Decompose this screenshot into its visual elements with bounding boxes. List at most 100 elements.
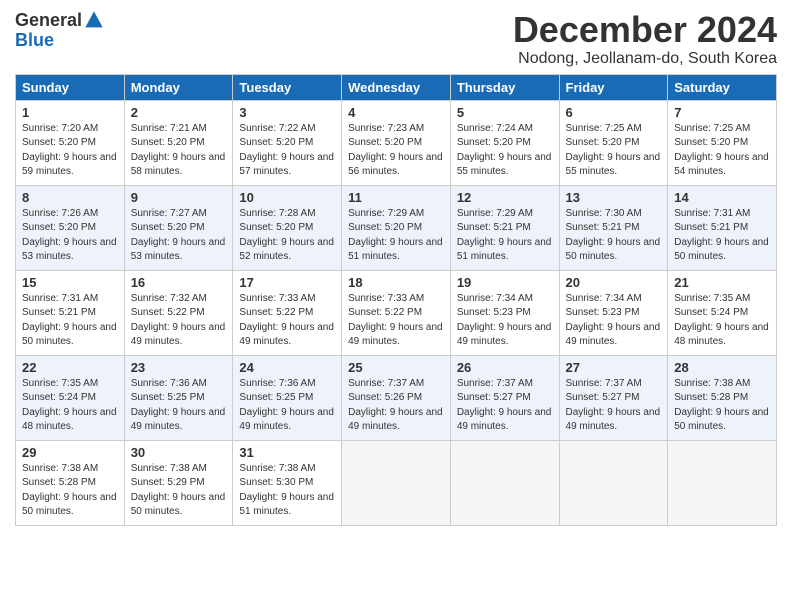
calendar-day-cell: 23 Sunrise: 7:36 AMSunset: 5:25 PMDayligh… bbox=[124, 355, 233, 440]
calendar-day-cell: 20Sunrise: 7:34 AMSunset: 5:23 PMDayligh… bbox=[559, 270, 668, 355]
day-info: Sunrise: 7:38 AMSunset: 5:28 PMDaylight:… bbox=[22, 462, 118, 520]
day-number: 19 bbox=[457, 275, 553, 290]
day-info: Sunrise: 7:36 AMSunset: 5:25 PMDaylight:… bbox=[239, 377, 335, 435]
day-info: Sunrise: 7:35 AMSunset: 5:24 PMDaylight:… bbox=[22, 377, 118, 435]
day-info: Sunrise: 7:26 AMSunset: 5:20 PMDaylight:… bbox=[22, 207, 118, 265]
day-number: 20 bbox=[566, 275, 662, 290]
calendar-day-cell bbox=[450, 440, 559, 525]
calendar-day-cell: 7 Sunrise: 7:25 AMSunset: 5:20 PMDaylight… bbox=[668, 100, 777, 185]
day-info: Sunrise: 7:33 AMSunset: 5:22 PMDaylight:… bbox=[239, 292, 335, 350]
calendar-day-cell: 13Sunrise: 7:30 AMSunset: 5:21 PMDayligh… bbox=[559, 185, 668, 270]
calendar-header-friday: Friday bbox=[559, 74, 668, 100]
logo-icon bbox=[84, 10, 104, 30]
day-number: 3 bbox=[239, 105, 335, 120]
day-number: 7 bbox=[674, 105, 770, 120]
day-number: 4 bbox=[348, 105, 444, 120]
day-info: Sunrise: 7:30 AMSunset: 5:21 PMDaylight:… bbox=[566, 207, 662, 265]
day-number: 12 bbox=[457, 190, 553, 205]
calendar-day-cell: 9 Sunrise: 7:27 AMSunset: 5:20 PMDaylight… bbox=[124, 185, 233, 270]
calendar-day-cell: 18 Sunrise: 7:33 AMSunset: 5:22 PMDayligh… bbox=[342, 270, 451, 355]
calendar-day-cell: 27 Sunrise: 7:37 AMSunset: 5:27 PMDayligh… bbox=[559, 355, 668, 440]
calendar-day-cell: 14 Sunrise: 7:31 AMSunset: 5:21 PMDayligh… bbox=[668, 185, 777, 270]
day-number: 18 bbox=[348, 275, 444, 290]
day-info: Sunrise: 7:37 AMSunset: 5:27 PMDaylight:… bbox=[457, 377, 553, 435]
day-info: Sunrise: 7:38 AMSunset: 5:30 PMDaylight:… bbox=[239, 462, 335, 520]
page-container: General Blue December 2024 Nodong, Jeoll… bbox=[15, 10, 777, 526]
calendar-day-cell: 6 Sunrise: 7:25 AMSunset: 5:20 PMDaylight… bbox=[559, 100, 668, 185]
calendar-week-row: 8 Sunrise: 7:26 AMSunset: 5:20 PMDaylight… bbox=[16, 185, 777, 270]
calendar-day-cell: 25Sunrise: 7:37 AMSunset: 5:26 PMDayligh… bbox=[342, 355, 451, 440]
calendar-header-wednesday: Wednesday bbox=[342, 74, 451, 100]
day-info: Sunrise: 7:24 AMSunset: 5:20 PMDaylight:… bbox=[457, 122, 553, 180]
day-number: 17 bbox=[239, 275, 335, 290]
day-info: Sunrise: 7:25 AMSunset: 5:20 PMDaylight:… bbox=[566, 122, 662, 180]
day-number: 9 bbox=[131, 190, 227, 205]
calendar-header-thursday: Thursday bbox=[450, 74, 559, 100]
calendar-header-tuesday: Tuesday bbox=[233, 74, 342, 100]
calendar-day-cell: 28Sunrise: 7:38 AMSunset: 5:28 PMDayligh… bbox=[668, 355, 777, 440]
calendar-week-row: 29Sunrise: 7:38 AMSunset: 5:28 PMDayligh… bbox=[16, 440, 777, 525]
day-number: 28 bbox=[674, 360, 770, 375]
logo-general: General bbox=[15, 11, 82, 29]
day-number: 21 bbox=[674, 275, 770, 290]
day-info: Sunrise: 7:34 AMSunset: 5:23 PMDaylight:… bbox=[457, 292, 553, 350]
subtitle: Nodong, Jeollanam-do, South Korea bbox=[513, 50, 777, 68]
day-info: Sunrise: 7:37 AMSunset: 5:26 PMDaylight:… bbox=[348, 377, 444, 435]
day-info: Sunrise: 7:38 AMSunset: 5:29 PMDaylight:… bbox=[131, 462, 227, 520]
day-info: Sunrise: 7:37 AMSunset: 5:27 PMDaylight:… bbox=[566, 377, 662, 435]
day-number: 14 bbox=[674, 190, 770, 205]
logo: General Blue bbox=[15, 10, 104, 51]
day-info: Sunrise: 7:31 AMSunset: 5:21 PMDaylight:… bbox=[22, 292, 118, 350]
day-info: Sunrise: 7:27 AMSunset: 5:20 PMDaylight:… bbox=[131, 207, 227, 265]
calendar-day-cell: 8 Sunrise: 7:26 AMSunset: 5:20 PMDaylight… bbox=[16, 185, 125, 270]
calendar-day-cell: 12 Sunrise: 7:29 AMSunset: 5:21 PMDayligh… bbox=[450, 185, 559, 270]
calendar-body: 1Sunrise: 7:20 AMSunset: 5:20 PMDaylight… bbox=[16, 100, 777, 525]
day-number: 1 bbox=[22, 105, 118, 120]
day-number: 8 bbox=[22, 190, 118, 205]
calendar-header-row: SundayMondayTuesdayWednesdayThursdayFrid… bbox=[16, 74, 777, 100]
day-info: Sunrise: 7:28 AMSunset: 5:20 PMDaylight:… bbox=[239, 207, 335, 265]
header: General Blue December 2024 Nodong, Jeoll… bbox=[15, 10, 777, 68]
calendar-table: SundayMondayTuesdayWednesdayThursdayFrid… bbox=[15, 74, 777, 526]
day-number: 2 bbox=[131, 105, 227, 120]
day-number: 5 bbox=[457, 105, 553, 120]
calendar-day-cell: 31 Sunrise: 7:38 AMSunset: 5:30 PMDayligh… bbox=[233, 440, 342, 525]
title-area: December 2024 Nodong, Jeollanam-do, Sout… bbox=[513, 10, 777, 68]
day-number: 10 bbox=[239, 190, 335, 205]
calendar-day-cell: 22Sunrise: 7:35 AMSunset: 5:24 PMDayligh… bbox=[16, 355, 125, 440]
day-info: Sunrise: 7:35 AMSunset: 5:24 PMDaylight:… bbox=[674, 292, 770, 350]
day-number: 11 bbox=[348, 190, 444, 205]
day-info: Sunrise: 7:23 AMSunset: 5:20 PMDaylight:… bbox=[348, 122, 444, 180]
day-number: 16 bbox=[131, 275, 227, 290]
day-info: Sunrise: 7:22 AMSunset: 5:20 PMDaylight:… bbox=[239, 122, 335, 180]
calendar-week-row: 1Sunrise: 7:20 AMSunset: 5:20 PMDaylight… bbox=[16, 100, 777, 185]
day-info: Sunrise: 7:29 AMSunset: 5:21 PMDaylight:… bbox=[457, 207, 553, 265]
day-info: Sunrise: 7:25 AMSunset: 5:20 PMDaylight:… bbox=[674, 122, 770, 180]
day-number: 15 bbox=[22, 275, 118, 290]
calendar-day-cell: 21 Sunrise: 7:35 AMSunset: 5:24 PMDayligh… bbox=[668, 270, 777, 355]
calendar-day-cell: 17 Sunrise: 7:33 AMSunset: 5:22 PMDayligh… bbox=[233, 270, 342, 355]
day-info: Sunrise: 7:29 AMSunset: 5:20 PMDaylight:… bbox=[348, 207, 444, 265]
calendar-day-cell bbox=[342, 440, 451, 525]
day-number: 27 bbox=[566, 360, 662, 375]
calendar-day-cell: 5 Sunrise: 7:24 AMSunset: 5:20 PMDaylight… bbox=[450, 100, 559, 185]
calendar-header-sunday: Sunday bbox=[16, 74, 125, 100]
calendar-day-cell: 24 Sunrise: 7:36 AMSunset: 5:25 PMDayligh… bbox=[233, 355, 342, 440]
day-info: Sunrise: 7:33 AMSunset: 5:22 PMDaylight:… bbox=[348, 292, 444, 350]
day-number: 31 bbox=[239, 445, 335, 460]
day-number: 30 bbox=[131, 445, 227, 460]
day-number: 24 bbox=[239, 360, 335, 375]
calendar-day-cell: 3 Sunrise: 7:22 AMSunset: 5:20 PMDaylight… bbox=[233, 100, 342, 185]
day-number: 6 bbox=[566, 105, 662, 120]
day-info: Sunrise: 7:36 AMSunset: 5:25 PMDaylight:… bbox=[131, 377, 227, 435]
day-number: 23 bbox=[131, 360, 227, 375]
day-number: 26 bbox=[457, 360, 553, 375]
calendar-day-cell: 15 Sunrise: 7:31 AMSunset: 5:21 PMDayligh… bbox=[16, 270, 125, 355]
calendar-week-row: 22Sunrise: 7:35 AMSunset: 5:24 PMDayligh… bbox=[16, 355, 777, 440]
calendar-day-cell: 29Sunrise: 7:38 AMSunset: 5:28 PMDayligh… bbox=[16, 440, 125, 525]
calendar-day-cell bbox=[559, 440, 668, 525]
day-info: Sunrise: 7:31 AMSunset: 5:21 PMDaylight:… bbox=[674, 207, 770, 265]
calendar-day-cell bbox=[668, 440, 777, 525]
day-info: Sunrise: 7:32 AMSunset: 5:22 PMDaylight:… bbox=[131, 292, 227, 350]
calendar-week-row: 15 Sunrise: 7:31 AMSunset: 5:21 PMDayligh… bbox=[16, 270, 777, 355]
